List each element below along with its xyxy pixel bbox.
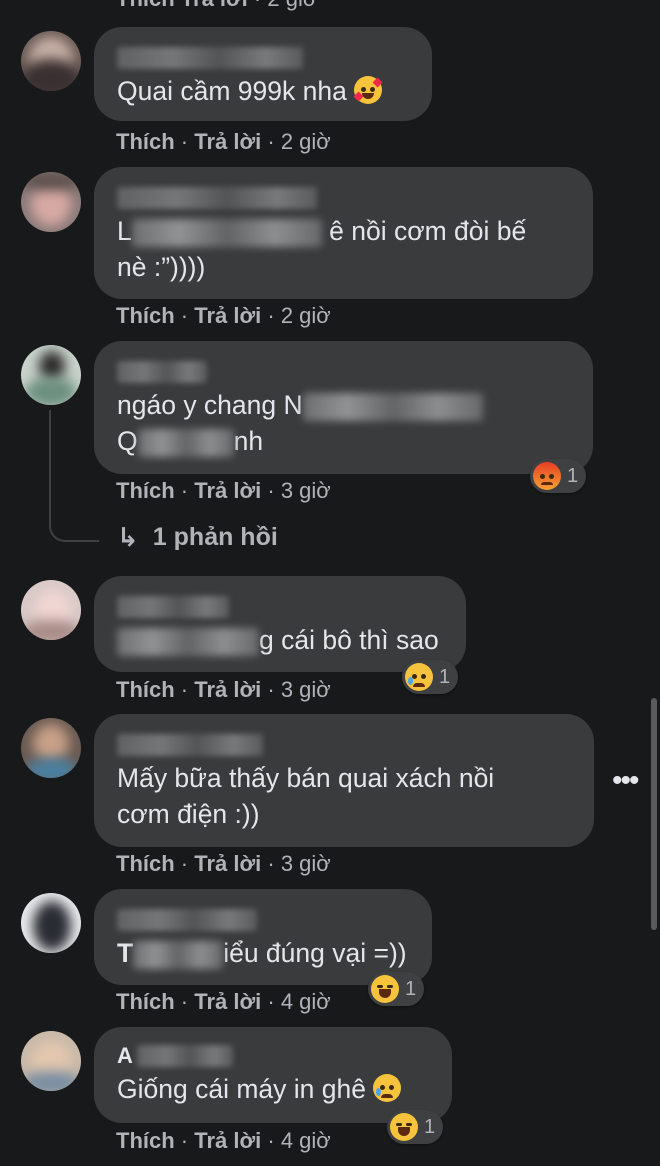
- avatar[interactable]: [21, 345, 81, 405]
- comment-text: Quai cầm 999k nha: [117, 73, 408, 109]
- comment-bubble: L ê nồi cơm đòi bế nè :”)))): [94, 167, 593, 299]
- reply-link[interactable]: Trả lời: [194, 303, 261, 328]
- redacted-text: [131, 219, 322, 247]
- comment-bubble: ngáo y chang N Qnh: [94, 341, 593, 474]
- like-link[interactable]: Thích: [116, 129, 175, 154]
- comment-bubble: Tiểu đúng vại =)): [94, 889, 432, 985]
- like-link[interactable]: Thích: [116, 303, 175, 328]
- like-link[interactable]: Thích: [116, 0, 175, 11]
- comment-time[interactable]: 3 giờ: [281, 677, 331, 702]
- avatar[interactable]: [21, 893, 81, 953]
- reply-link[interactable]: Trả lời: [194, 851, 261, 876]
- comment-time: 2 giờ: [267, 0, 317, 11]
- comment-bubble: g cái bô thì sao: [94, 576, 466, 672]
- thread-line: [49, 410, 99, 542]
- avatar[interactable]: [21, 718, 81, 778]
- reply-link[interactable]: Trả lời: [194, 1128, 261, 1153]
- previous-comment-actions: Thích Trả lời · 2 giờ: [116, 0, 317, 12]
- comment-actions: Thích · Trả lời · 2 giờ: [116, 129, 331, 154]
- sad-icon: [405, 663, 433, 691]
- like-link[interactable]: Thích: [116, 989, 175, 1014]
- comment-actions: Thích · Trả lời · 4 giờ: [116, 1128, 331, 1153]
- comment-actions: Thích · Trả lời · 3 giờ: [116, 478, 331, 503]
- comment-text: ngáo y chang N Qnh: [117, 387, 569, 459]
- comment-text: Mấy bữa thấy bán quai xách nồi cơm điện …: [117, 763, 495, 829]
- redacted-text: [302, 393, 483, 421]
- reply-link[interactable]: Trả lời: [194, 129, 261, 154]
- reaction-badge[interactable]: 1: [530, 459, 587, 493]
- author-name[interactable]: [117, 734, 263, 756]
- redacted-text: [133, 941, 224, 969]
- reaction-count: 1: [439, 665, 451, 688]
- more-options-button[interactable]: •••: [612, 764, 639, 798]
- smiling-face-with-hearts-icon: [353, 76, 383, 104]
- avatar[interactable]: [21, 172, 81, 232]
- author-initial[interactable]: A: [117, 1043, 133, 1069]
- comment-actions: Thích · Trả lời · 2 giờ: [116, 303, 331, 328]
- redacted-text: [137, 429, 234, 457]
- comment-time[interactable]: 3 giờ: [281, 478, 331, 503]
- comment-actions: Thích · Trả lời · 4 giờ: [116, 989, 331, 1014]
- author-name[interactable]: [117, 596, 229, 618]
- comment-bubble: Quai cầm 999k nha: [94, 27, 432, 121]
- comment-actions: Thích · Trả lời · 3 giờ: [116, 851, 331, 876]
- sad-crying-icon: [373, 1074, 402, 1102]
- reply-arrow-icon: ↳: [117, 522, 139, 552]
- reaction-badge[interactable]: 1: [368, 972, 425, 1006]
- reply-link[interactable]: Trả lời: [194, 478, 261, 503]
- comment-text: Tiểu đúng vại =)): [117, 938, 407, 969]
- author-name[interactable]: [117, 909, 257, 931]
- scrollbar[interactable]: [651, 698, 657, 930]
- comment-time[interactable]: 2 giờ: [281, 129, 331, 154]
- reaction-badge[interactable]: 1: [387, 1110, 444, 1144]
- like-link[interactable]: Thích: [116, 677, 175, 702]
- comment-actions: Thích · Trả lời · 3 giờ: [116, 677, 331, 702]
- laugh-icon: [390, 1113, 418, 1141]
- like-link[interactable]: Thích: [116, 478, 175, 503]
- comment-time[interactable]: 2 giờ: [281, 303, 331, 328]
- author-name[interactable]: [136, 1045, 233, 1067]
- view-replies-link[interactable]: ↳ 1 phản hồi: [117, 522, 278, 553]
- comment-text: L ê nồi cơm đòi bế nè :”)))): [117, 216, 527, 282]
- reply-link[interactable]: Trả lời: [194, 989, 261, 1014]
- reaction-count: 1: [567, 464, 579, 487]
- reaction-count: 1: [424, 1115, 436, 1138]
- like-link[interactable]: Thích: [116, 1128, 175, 1153]
- comment-bubble: A Giống cái máy in ghê: [94, 1027, 452, 1123]
- reaction-count: 1: [405, 977, 417, 1000]
- avatar[interactable]: [21, 580, 81, 640]
- redacted-text: [117, 628, 259, 656]
- reply-link[interactable]: Trả lời: [181, 0, 248, 11]
- comment-time[interactable]: 4 giờ: [281, 1128, 331, 1153]
- author-name[interactable]: [117, 47, 303, 69]
- comment-text: g cái bô thì sao: [117, 622, 442, 658]
- comment-text: Giống cái máy in ghê: [117, 1071, 428, 1107]
- like-link[interactable]: Thích: [116, 851, 175, 876]
- author-name[interactable]: [117, 361, 207, 383]
- avatar[interactable]: [21, 31, 81, 91]
- reply-link[interactable]: Trả lời: [194, 677, 261, 702]
- author-name[interactable]: [117, 187, 317, 209]
- comment-bubble: Mấy bữa thấy bán quai xách nồi cơm điện …: [94, 714, 594, 847]
- angry-icon: [533, 462, 561, 490]
- reaction-badge[interactable]: 1: [402, 660, 459, 694]
- comment-time[interactable]: 3 giờ: [281, 851, 331, 876]
- comment-time[interactable]: 4 giờ: [281, 989, 331, 1014]
- laugh-icon: [371, 975, 399, 1003]
- avatar[interactable]: [21, 1031, 81, 1091]
